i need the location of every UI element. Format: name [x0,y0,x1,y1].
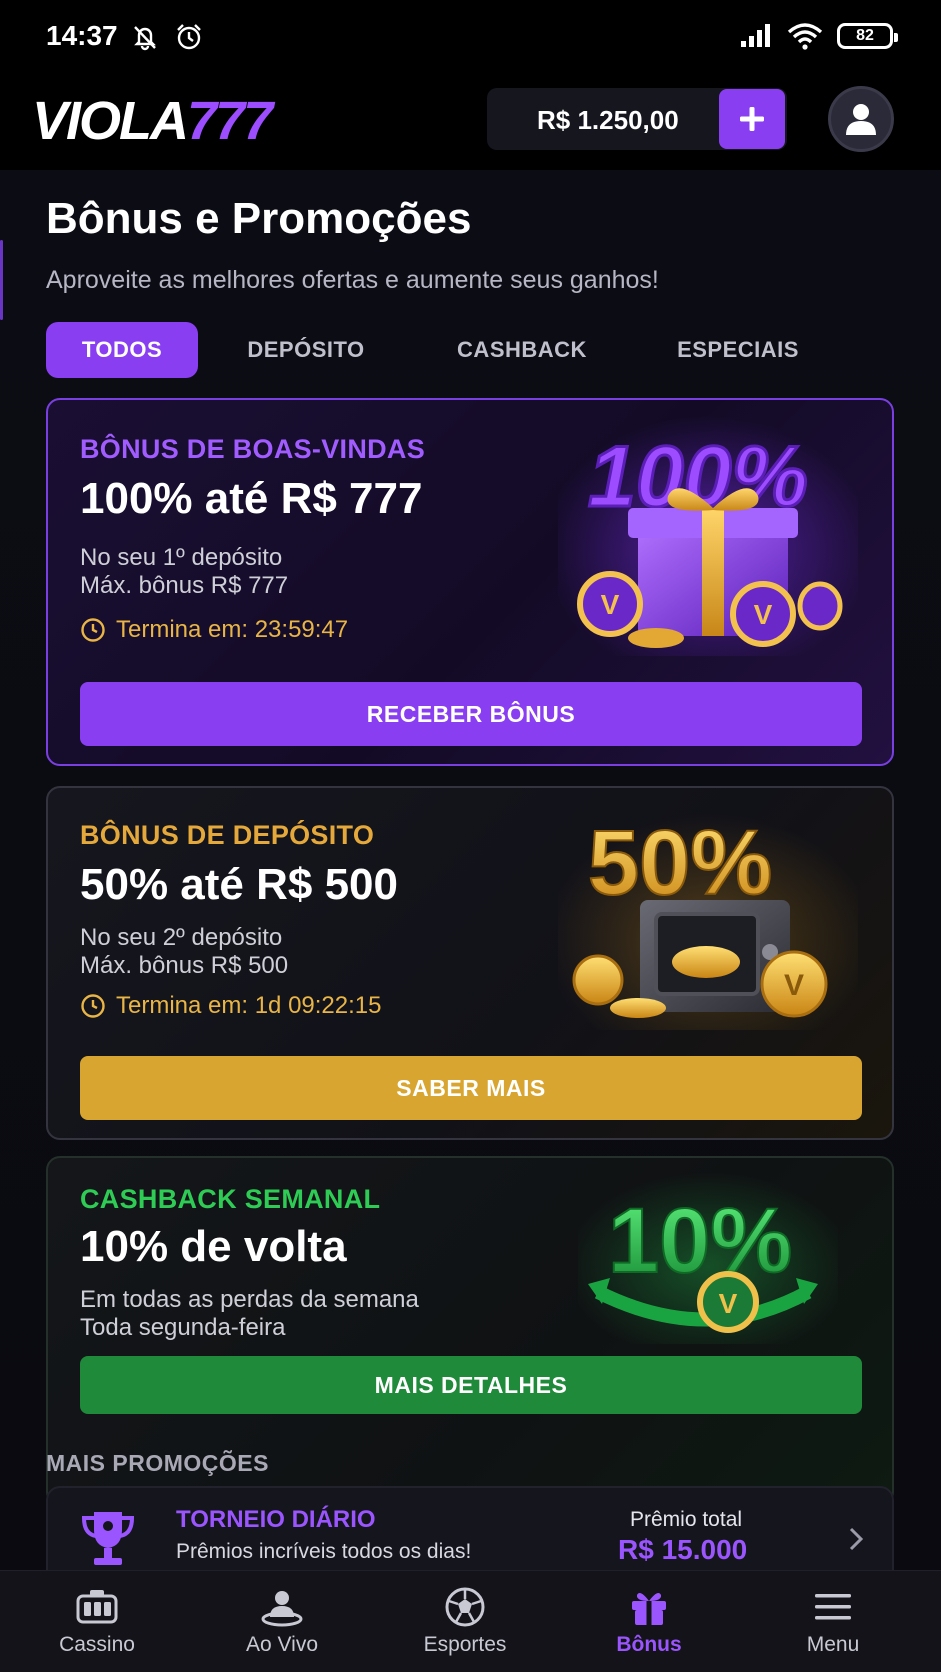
nav-esportes[interactable]: Esportes [385,1571,545,1672]
card-kicker: CASHBACK SEMANAL [80,1184,381,1214]
gift-100-percent-art: 100% V V [558,416,858,656]
bottom-navigation: Cassino Ao Vivo Esportes Bônus Menu [0,1570,941,1672]
svg-text:V: V [719,1288,738,1319]
wallet-balance[interactable]: R$ 1.250,00 [487,88,787,150]
app-header: VIOLA777 R$ 1.250,00 [0,76,941,170]
tab-deposito[interactable]: DEPÓSITO [226,322,386,378]
gift-icon [632,1593,666,1625]
clock-icon [81,618,105,642]
status-right-icons: 82 [739,22,898,50]
card-kicker: BÔNUS DE DEPÓSITO [80,820,375,850]
receive-bonus-button[interactable]: RECEBER BÔNUS [80,682,862,746]
alarm-icon [177,24,201,50]
status-time: 14:37 [46,20,118,51]
soccer-ball-icon [445,1587,485,1627]
nav-label: Cassino [59,1633,135,1656]
art-text-50: 50% [588,812,772,914]
nav-ao-vivo[interactable]: Ao Vivo [202,1571,362,1672]
tab-especiais[interactable]: ESPECIAIS [658,322,818,378]
card-line-1: No seu 2º depósito [80,924,283,951]
bell-muted-icon [134,26,156,51]
card-title: 10% de volta [80,1222,347,1271]
prize-value: R$ 15.000 [618,1534,748,1565]
status-left-icons [130,22,204,52]
card-timer: Termina em: 1d 09:22:15 [80,992,382,1020]
nav-menu[interactable]: Menu [753,1571,913,1672]
more-promotions-heading: MAIS PROMOÇÕES [46,1450,269,1476]
cashback-10-percent-art: 10% V [578,1172,838,1344]
card-kicker: BÔNUS DE BOAS-VINDAS [80,434,426,464]
learn-more-button[interactable]: SABER MAIS [80,1056,862,1120]
card-line-2: Máx. bônus R$ 500 [80,952,289,979]
card-line-1: No seu 1º depósito [80,544,283,571]
trophy-icon [81,1512,135,1565]
slot-machine-icon [76,1590,118,1624]
nav-label: Ao Vivo [246,1633,318,1656]
promo-description: Prêmios incríveis todos os dias! [176,1540,472,1563]
deposit-plus-button[interactable] [719,89,785,149]
balance-amount: R$ 1.250,00 [537,105,679,135]
nav-label: Menu [806,1633,860,1656]
nav-cassino[interactable]: Cassino [17,1571,177,1672]
timer-text: Termina em: 23:59:47 [116,616,349,643]
hamburger-icon [815,1594,851,1620]
battery-level: 82 [856,27,874,44]
live-dealer-icon [261,1591,303,1627]
nav-label: Bônus [616,1633,682,1656]
main-content[interactable]: Bônus e Promoções Aproveite as melhores … [0,170,941,1596]
page-subtitle: Aproveite as melhores ofertas e aumente … [46,266,659,294]
card-title: 100% até R$ 777 [80,474,423,523]
svg-text:V: V [601,589,620,620]
card-timer: Termina em: 23:59:47 [80,616,348,644]
wifi-icon [787,23,823,50]
nav-bonus[interactable]: Bônus [569,1571,729,1672]
promo-name: TORNEIO DIÁRIO [176,1506,376,1533]
card-line-1: Em todas as perdas da semana [80,1286,419,1313]
page-title: Bônus e Promoções [46,194,472,243]
svg-text:V: V [784,969,804,1002]
art-text-10: 10% [608,1190,792,1292]
prize-label: Prêmio total [630,1508,743,1531]
status-bar: 14:37 82 [0,0,941,76]
filter-tabs: TODOS DEPÓSITO CASHBACK ESPECIAIS [46,322,896,378]
plus-icon [740,107,764,131]
tab-cashback[interactable]: CASHBACK [442,322,602,378]
card-line-2: Máx. bônus R$ 777 [80,572,289,599]
battery-icon: 82 [837,23,898,49]
scroll-edge-indicator [0,240,3,320]
logo-text-purple: 777 [187,91,273,151]
nav-label: Esportes [423,1633,507,1656]
tab-todos[interactable]: TODOS [46,322,198,378]
svg-text:V: V [754,599,773,630]
signal-icon [741,24,770,47]
clock-icon [81,994,105,1018]
more-details-button[interactable]: MAIS DETALHES [80,1356,862,1414]
brand-logo[interactable]: VIOLA777 [32,90,273,152]
safe-50-percent-art: 50% V [558,802,858,1030]
logo-text-white: VIOLA [32,91,189,151]
deposit-bonus-card: BÔNUS DE DEPÓSITO 50% até R$ 500 No seu … [46,786,894,1140]
welcome-bonus-card: BÔNUS DE BOAS-VINDAS 100% até R$ 777 No … [46,398,894,766]
user-icon [846,104,876,135]
card-line-2: Toda segunda-feira [80,1314,286,1341]
timer-text: Termina em: 1d 09:22:15 [116,992,382,1019]
card-title: 50% até R$ 500 [80,860,398,909]
profile-avatar-button[interactable] [828,86,894,152]
chevron-right-icon [849,1527,864,1551]
